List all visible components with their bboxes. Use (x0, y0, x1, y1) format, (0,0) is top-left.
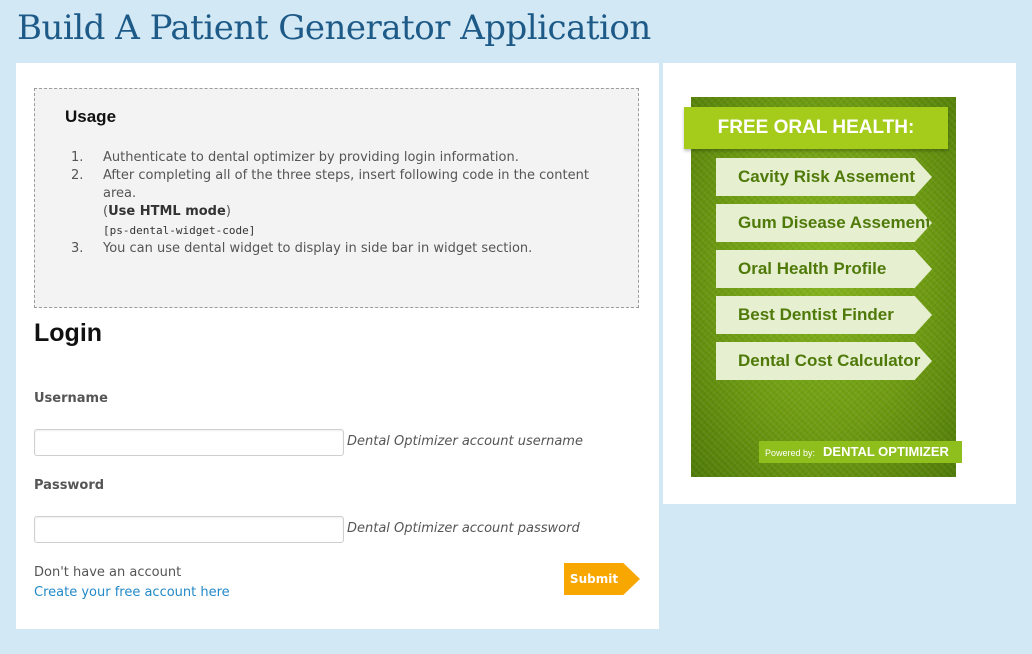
password-label: Password (34, 478, 105, 493)
username-label: Username (34, 391, 108, 406)
powered-by-badge: Powered by: DENTAL OPTIMIZER (759, 441, 962, 463)
step-number: 3. (71, 241, 84, 256)
dental-widget: FREE ORAL HEALTH: Cavity Risk Assement G… (684, 97, 962, 477)
usage-step-1: 1. Authenticate to dental optimizer by p… (71, 149, 591, 167)
side-panel: FREE ORAL HEALTH: Cavity Risk Assement G… (663, 63, 1016, 504)
widget-item-cavity-risk[interactable]: Cavity Risk Assement (716, 158, 932, 196)
submit-button[interactable]: Submit (564, 563, 640, 595)
html-mode-note: (Use HTML mode) (103, 204, 231, 219)
usage-title: Usage (65, 107, 117, 126)
widget-item-oral-health-profile[interactable]: Oral Health Profile (716, 250, 932, 288)
widget-item-cost-calculator[interactable]: Dental Cost Calculator (716, 342, 932, 380)
widget-item-dentist-finder[interactable]: Best Dentist Finder (716, 296, 932, 334)
paren-close: ) (225, 204, 231, 219)
password-hint: Dental Optimizer account password (347, 521, 580, 536)
step-number: 1. (71, 150, 84, 165)
username-hint: Dental Optimizer account username (347, 434, 583, 449)
usage-box: Usage 1. Authenticate to dental optimize… (34, 88, 639, 308)
no-account-text: Don't have an account (34, 565, 182, 580)
usage-steps-list: 1. Authenticate to dental optimizer by p… (71, 149, 591, 258)
brand-name: DENTAL OPTIMIZER (823, 444, 949, 459)
widget-item-gum-disease[interactable]: Gum Disease Assement (716, 204, 932, 242)
username-input[interactable] (34, 429, 344, 456)
html-mode-bold: Use HTML mode (108, 204, 226, 219)
create-account-link[interactable]: Create your free account here (34, 585, 230, 600)
powered-by-label: Powered by: (765, 448, 816, 458)
usage-step-3: 3. You can use dental widget to display … (71, 240, 591, 258)
step-number: 2. (71, 168, 84, 183)
step-text: After completing all of the three steps,… (103, 168, 589, 201)
page-title: Build A Patient Generator Application (17, 8, 651, 48)
step-text: Authenticate to dental optimizer by prov… (103, 150, 519, 165)
password-input[interactable] (34, 516, 344, 543)
step-text: You can use dental widget to display in … (103, 241, 533, 256)
main-panel: Usage 1. Authenticate to dental optimize… (16, 63, 659, 629)
widget-banner: FREE ORAL HEALTH: (684, 107, 948, 149)
login-heading: Login (34, 319, 103, 347)
usage-step-2: 2. After completing all of the three ste… (71, 167, 591, 240)
widget-shortcode: [ps-dental-widget-code] (103, 224, 256, 237)
